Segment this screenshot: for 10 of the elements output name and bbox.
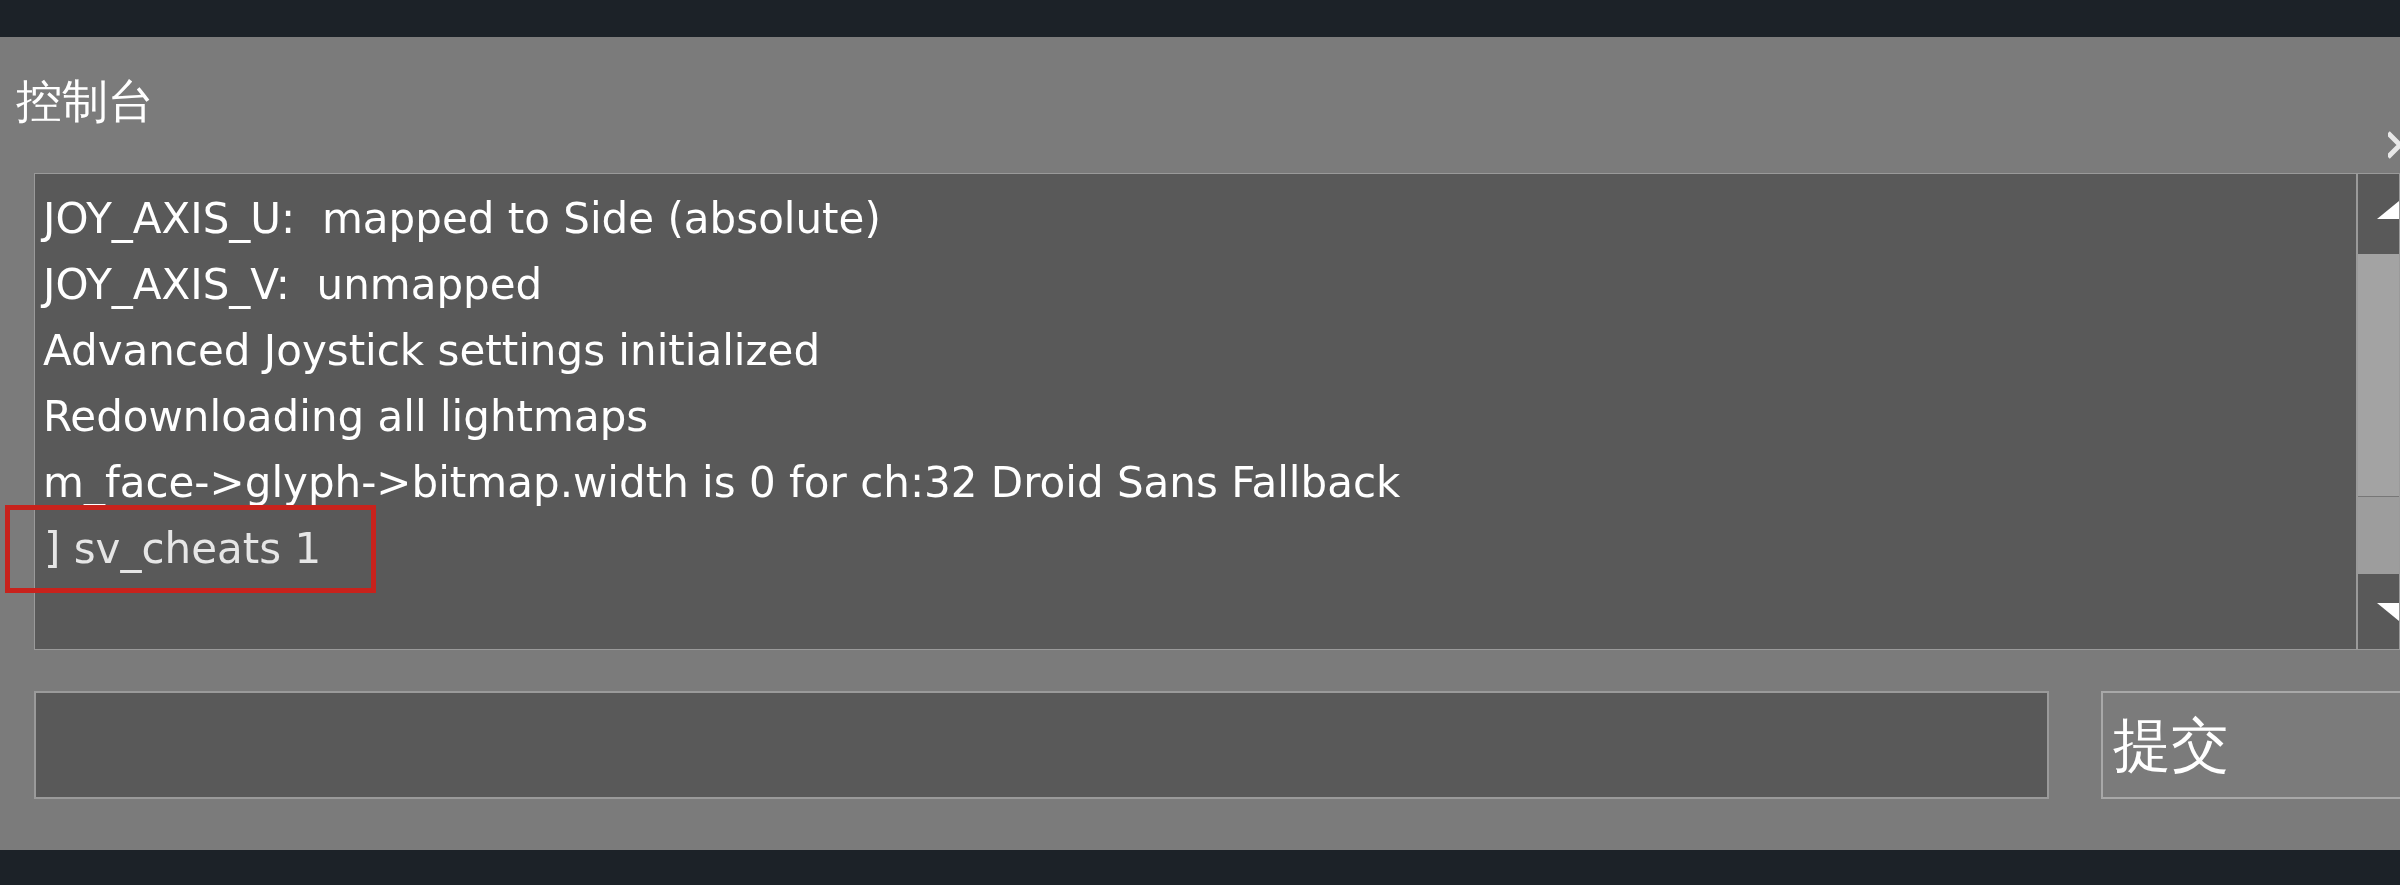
down-arrow-icon — [2377, 602, 2399, 621]
scrollbar[interactable] — [2356, 174, 2399, 649]
log-line: m_face->glyph->bitmap.width is 0 for ch:32 Droid Sans Fallback — [43, 462, 1401, 504]
submit-button[interactable]: 提交 — [2101, 691, 2400, 799]
log-line: Advanced Joystick settings initialized — [43, 330, 821, 372]
log-line: Redownloading all lightmaps — [43, 396, 649, 438]
command-input-field[interactable] — [34, 691, 2049, 799]
up-arrow-icon — [2377, 201, 2399, 219]
window-title: 控制台 — [16, 78, 154, 124]
scroll-thumb[interactable] — [2358, 254, 2399, 496]
